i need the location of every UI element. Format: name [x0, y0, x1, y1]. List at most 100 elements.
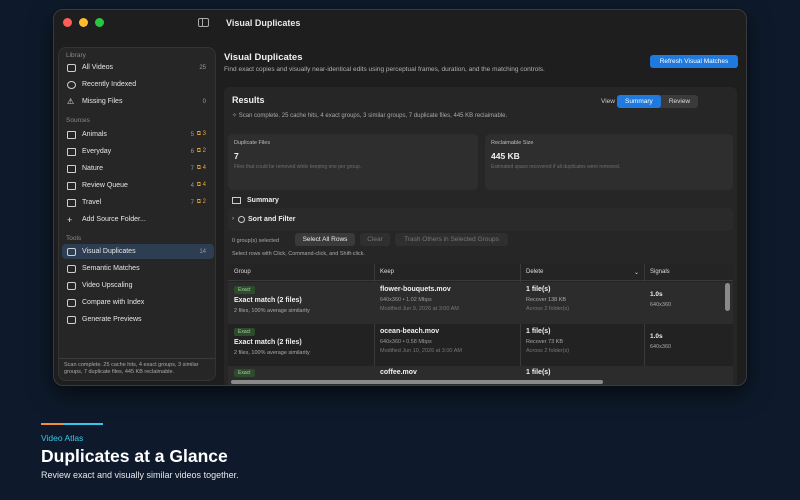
group-title: Exact match (2 files) — [234, 339, 302, 346]
card-value: 7 — [234, 151, 239, 161]
match-type-badge: Exact — [234, 369, 255, 377]
sidebar-item-everyday[interactable]: Everyday 6 ⧉ 2 — [62, 144, 214, 159]
plus-icon: + — [67, 214, 73, 225]
sidebar-item-label: Video Upscaling — [82, 282, 133, 289]
table-header: Group Keep Delete ⌄ Signals — [228, 264, 733, 281]
add-source-folder-button[interactable]: + Add Source Folder... — [62, 212, 214, 227]
sort-filter-disclosure[interactable]: › Sort and Filter — [228, 208, 733, 231]
table-row[interactable]: Exact Exact match (2 files) 2 files, 100… — [228, 324, 733, 366]
sidebar-item-compare-with-index[interactable]: Compare with Index — [62, 295, 214, 310]
warning-icon: ⚠ — [67, 96, 75, 106]
card-note: Estimated space recovered if all duplica… — [491, 164, 621, 170]
sidebar-item-review-queue[interactable]: Review Queue 4 ⧉ 4 — [62, 178, 214, 193]
sidebar-item-travel[interactable]: Travel 7 ⧉ 2 — [62, 195, 214, 210]
match-type-badge: Exact — [234, 286, 255, 294]
sidebar-item-label: Compare with Index — [82, 299, 145, 306]
sidebar-item-missing-files[interactable]: ⚠ Missing Files 0 — [62, 94, 214, 109]
sidebar-item-label: Review Queue — [82, 182, 128, 189]
zoom-button[interactable] — [95, 18, 104, 27]
view-summary-button[interactable]: Summary — [617, 95, 661, 108]
table-row[interactable]: Exact Exact match (2 files) 2 files, 100… — [228, 282, 733, 324]
summary-label: Summary — [247, 197, 279, 204]
sidebar-item-visual-duplicates[interactable]: Visual Duplicates 14 — [62, 244, 214, 259]
duplicates-count-value: 3 — [202, 131, 206, 137]
refresh-visual-matches-button[interactable]: Refresh Visual Matches — [650, 55, 738, 68]
duplicates-count-value: 2 — [202, 199, 206, 205]
trash-others-button[interactable]: Trash Others in Selected Groups — [395, 233, 508, 246]
horizontal-scrollbar[interactable] — [231, 380, 603, 384]
signal-resolution: 640x360 — [650, 344, 672, 350]
sort-filter-label: Sort and Filter — [248, 216, 296, 223]
clear-button[interactable]: Clear — [360, 233, 390, 246]
app-window: Visual Duplicates Library All Videos 25 … — [53, 9, 747, 386]
tools-section-label: Tools — [66, 235, 82, 242]
sidebar-item-all-videos[interactable]: All Videos 25 — [62, 60, 214, 75]
sidebar-item-recently-indexed[interactable]: Recently Indexed — [62, 77, 214, 92]
folder-icon — [67, 181, 76, 190]
minimize-button[interactable] — [79, 18, 88, 27]
view-segmented-control: Summary Review — [617, 95, 699, 108]
column-header-signals[interactable]: Signals — [650, 269, 670, 275]
results-status-text: Scan complete. 25 cache hits, 4 exact gr… — [238, 113, 508, 119]
keep-file-modified: Modified Jun 10, 2026 at 3:00 AM — [380, 348, 462, 354]
item-count: 25 — [199, 64, 206, 71]
sidebar-toggle-icon[interactable] — [198, 18, 209, 27]
sidebar-item-animals[interactable]: Animals 5 ⧉ 3 — [62, 127, 214, 142]
sparkle-icon — [67, 264, 76, 273]
titlebar: Visual Duplicates — [54, 10, 746, 37]
column-header-keep[interactable]: Keep — [380, 269, 394, 275]
card-note: Files that could be removed while keepin… — [234, 164, 362, 170]
keep-file-name: flower-bouquets.mov — [380, 286, 451, 293]
item-count: 4 — [190, 182, 194, 189]
column-header-delete[interactable]: Delete — [526, 269, 543, 275]
duplicates-count: ⧉ 2 — [196, 199, 206, 205]
signal-resolution: 640x360 — [650, 302, 672, 308]
sidebar-item-semantic-matches[interactable]: Semantic Matches — [62, 261, 214, 276]
sidebar-item-video-upscaling[interactable]: Video Upscaling — [62, 278, 214, 293]
main-content: Visual Duplicates Find exact copies and … — [220, 37, 746, 385]
sidebar-item-label: Animals — [82, 131, 107, 138]
results-table: Group Keep Delete ⌄ Signals Exact Exact … — [228, 264, 733, 385]
reclaimable-size-card: Reclaimable Size 445 KB Estimated space … — [485, 134, 733, 190]
results-title: Results — [232, 95, 265, 105]
window-title: Visual Duplicates — [226, 18, 301, 28]
delete-file-count: 1 file(s) — [526, 328, 551, 335]
sidebar-item-generate-previews[interactable]: Generate Previews — [62, 312, 214, 327]
page-subtitle: Find exact copies and visually near-iden… — [224, 66, 545, 73]
card-label: Reclaimable Size — [491, 140, 534, 146]
column-header-group[interactable]: Group — [234, 269, 251, 275]
folder-icon — [67, 198, 76, 207]
brand-accent-line — [41, 423, 103, 425]
tagline: Review exact and visually similar videos… — [41, 470, 239, 480]
duplicates-count: ⧉ 4 — [196, 182, 206, 188]
view-review-button[interactable]: Review — [661, 95, 698, 108]
signal-duration: 1.0s — [650, 291, 663, 298]
duplicates-count-value: 4 — [202, 165, 206, 171]
item-count: 7 — [190, 199, 194, 206]
folder-icon — [67, 130, 76, 139]
sources-section-label: Sources — [66, 117, 90, 124]
sidebar-item-nature[interactable]: Nature 7 ⧉ 4 — [62, 161, 214, 176]
duplicates-count: ⧉ 2 — [196, 148, 206, 154]
item-count: 6 — [190, 148, 194, 155]
keep-file-name: ocean-beach.mov — [380, 328, 440, 335]
keep-file-name: coffee.mov — [380, 369, 417, 376]
across-folders: Across 2 folder(s) — [526, 306, 570, 312]
delete-file-count: 1 file(s) — [526, 369, 551, 376]
duplicates-count-value: 2 — [202, 148, 206, 154]
sidebar-item-label: Semantic Matches — [82, 265, 140, 272]
duplicates-count: ⧉ 4 — [196, 165, 206, 171]
recover-size: Recover 138 KB — [526, 297, 567, 303]
sidebar: Library All Videos 25 Recently Indexed ⚠… — [58, 47, 216, 381]
select-all-rows-button[interactable]: Select All Rows — [295, 233, 355, 246]
item-count: 5 — [190, 131, 194, 138]
vertical-scrollbar[interactable] — [725, 283, 730, 311]
item-count: 7 — [190, 165, 194, 172]
group-similarity: 2 files, 100% average similarity — [234, 308, 310, 314]
keep-file-meta: 640x360 • 0.58 Mbps — [380, 339, 432, 345]
selection-count: 0 group(s) selected — [232, 238, 280, 244]
close-button[interactable] — [63, 18, 72, 27]
keep-file-meta: 640x360 • 1.02 Mbps — [380, 297, 432, 303]
chevron-down-icon[interactable]: ⌄ — [634, 269, 639, 276]
group-similarity: 2 files, 100% average similarity — [234, 350, 310, 356]
